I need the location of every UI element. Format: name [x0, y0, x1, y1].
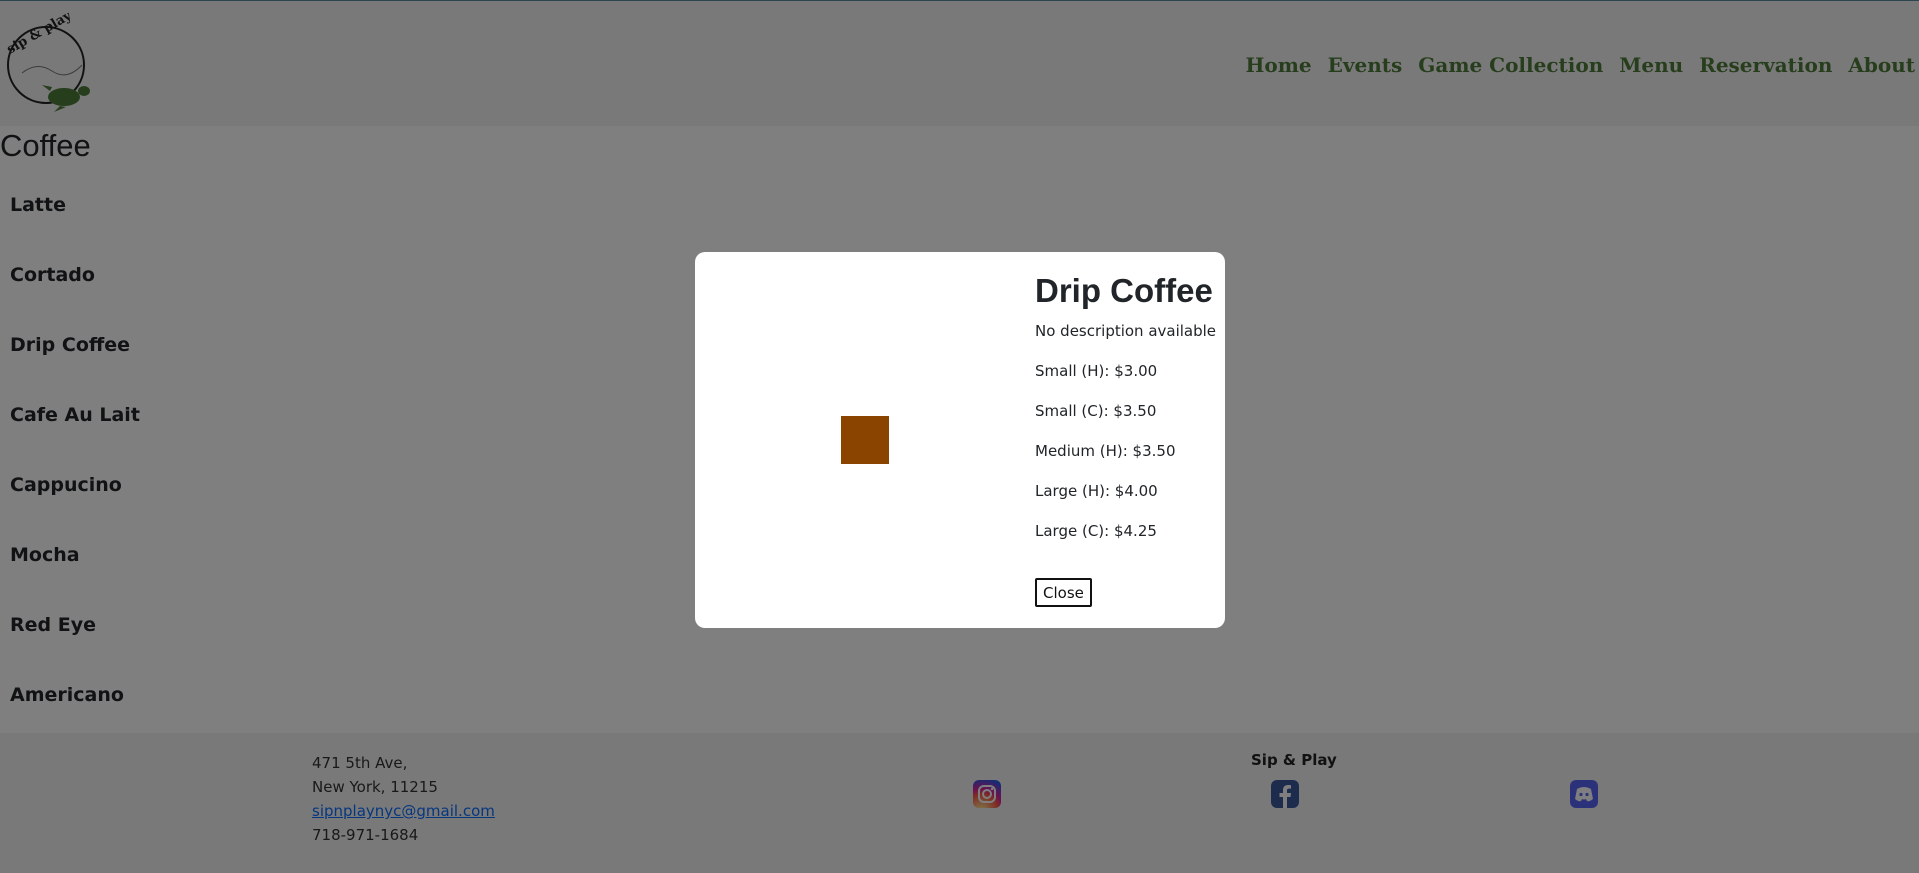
- item-detail-modal: Drip Coffee No description available Sma…: [695, 252, 1225, 628]
- price-medium-hot: Medium (H): $3.50: [1035, 442, 1176, 460]
- item-description: No description available: [1035, 322, 1217, 340]
- price-large-cold: Large (C): $4.25: [1035, 522, 1157, 540]
- price-list: Small (H): $3.00 Small (C): $3.50 Medium…: [1035, 362, 1176, 562]
- close-button[interactable]: Close: [1035, 578, 1092, 607]
- modal-backdrop[interactable]: Drip Coffee No description available Sma…: [0, 0, 1919, 873]
- price-small-cold: Small (C): $3.50: [1035, 402, 1157, 420]
- price-large-hot: Large (H): $4.00: [1035, 482, 1158, 500]
- modal-title: Drip Coffee: [1035, 272, 1213, 309]
- item-image-placeholder: [841, 416, 889, 464]
- price-small-hot: Small (H): $3.00: [1035, 362, 1158, 380]
